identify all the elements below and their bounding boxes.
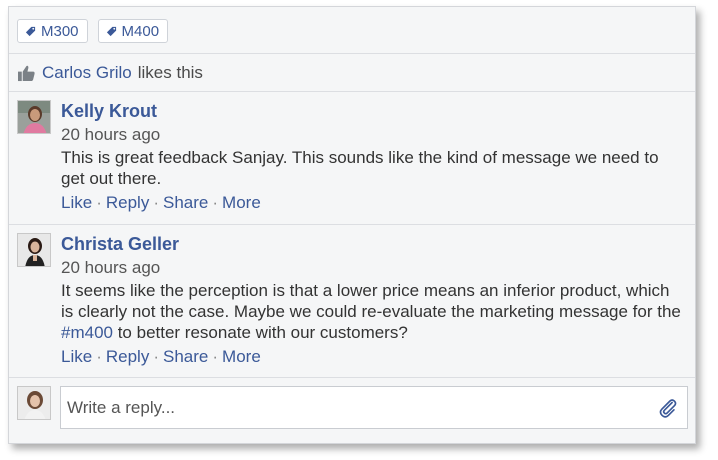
comment-item: Kelly Krout 20 hours ago This is great f…: [17, 100, 683, 218]
likes-summary: Carlos Grilo likes this: [17, 63, 203, 83]
more-link[interactable]: More: [222, 347, 261, 366]
comment-author[interactable]: Christa Geller: [61, 233, 683, 255]
separator: ·: [153, 347, 159, 366]
current-user-avatar: [17, 386, 51, 420]
separator: ·: [153, 193, 159, 212]
reply-box: [60, 386, 688, 429]
like-link[interactable]: Like: [61, 193, 92, 212]
reply-link[interactable]: Reply: [106, 193, 149, 212]
tag-icon: [106, 26, 116, 36]
thumbs-up-icon: [18, 65, 35, 81]
share-link[interactable]: Share: [163, 193, 208, 212]
separator: ·: [212, 347, 219, 366]
tag-m300[interactable]: M300: [17, 19, 88, 43]
comment-text: It seems like the perception is that a l…: [61, 280, 683, 343]
comment-text-part: It seems like the perception is that a l…: [61, 281, 681, 321]
share-link[interactable]: Share: [163, 347, 208, 366]
comment-author[interactable]: Kelly Krout: [61, 100, 683, 122]
tag-m400[interactable]: M400: [97, 19, 169, 43]
separator: ·: [96, 347, 102, 366]
hashtag-link[interactable]: #m400: [61, 323, 113, 342]
like-link[interactable]: Like: [61, 347, 92, 366]
paperclip-icon[interactable]: [657, 396, 679, 420]
separator: ·: [212, 193, 219, 212]
comment-actions: Like · Reply · Share · More: [61, 346, 683, 368]
comment-actions: Like · Reply · Share · More: [61, 192, 683, 214]
comment-timestamp[interactable]: 20 hours ago: [61, 257, 683, 279]
divider: [9, 224, 695, 225]
tag-icon: [25, 26, 36, 36]
avatar[interactable]: [17, 233, 51, 267]
avatar[interactable]: [17, 100, 51, 134]
reply-input[interactable]: [61, 387, 657, 428]
separator: ·: [96, 193, 102, 212]
divider: [9, 53, 695, 54]
reply-link[interactable]: Reply: [106, 347, 149, 366]
likes-suffix: likes this: [137, 63, 203, 82]
tag-label: M300: [41, 22, 79, 40]
comment-text-part: to better resonate with our customers?: [112, 323, 408, 342]
comment-timestamp[interactable]: 20 hours ago: [61, 124, 683, 146]
comment-text: This is great feedback Sanjay. This soun…: [61, 147, 683, 189]
tag-label: M400: [121, 22, 160, 40]
conversation-card: M300 M400 Carlos Grilo likes this Kelly …: [8, 6, 696, 444]
divider: [9, 91, 695, 92]
liker-name[interactable]: Carlos Grilo: [42, 63, 132, 83]
avatar-image: [18, 234, 50, 266]
avatar-image: [18, 387, 50, 419]
more-link[interactable]: More: [222, 193, 261, 212]
avatar-image: [18, 101, 50, 133]
divider: [9, 377, 695, 378]
comment-text-part: This is great feedback Sanjay. This soun…: [61, 148, 659, 188]
comment-item: Christa Geller 20 hours ago It seems lik…: [17, 233, 683, 373]
topic-tags: M300 M400: [17, 19, 169, 43]
